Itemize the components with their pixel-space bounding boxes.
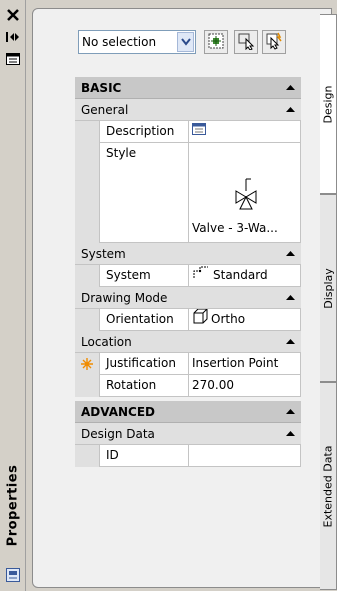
justification-value-text: Insertion Point xyxy=(192,356,279,370)
row-gutter xyxy=(75,309,99,331)
property-row-id[interactable]: ID xyxy=(75,445,301,467)
collapse-icon[interactable] xyxy=(279,99,301,120)
quick-select-icon xyxy=(207,32,225,53)
subcategory-design-data[interactable]: Design Data xyxy=(75,423,301,445)
collapse-icon[interactable] xyxy=(279,243,301,264)
pick-point-icon[interactable] xyxy=(75,353,99,375)
category-label: BASIC xyxy=(81,81,122,95)
subcategory-label: Drawing Mode xyxy=(81,291,168,305)
property-grid: BASIC General Description Style Valve - … xyxy=(75,77,301,467)
subcategory-general[interactable]: General xyxy=(75,99,301,121)
category-basic[interactable]: BASIC xyxy=(75,77,301,99)
collapse-icon[interactable] xyxy=(279,401,301,422)
tab-label: Extended Data xyxy=(321,444,335,528)
property-name: ID xyxy=(99,445,189,467)
property-row-style[interactable]: Style Valve - 3-Wa... xyxy=(75,143,301,243)
property-value-system[interactable]: Standard xyxy=(189,265,301,287)
collapse-icon[interactable] xyxy=(279,77,301,98)
property-name: Style xyxy=(99,143,189,243)
rotation-value-text: 270.00 xyxy=(192,378,234,392)
subcategory-system[interactable]: System xyxy=(75,243,301,265)
system-value-text: Standard xyxy=(213,268,268,282)
orientation-value-text: Ortho xyxy=(211,312,246,326)
property-name: Justification xyxy=(99,353,189,375)
category-label: ADVANCED xyxy=(81,405,156,419)
collapse-icon[interactable] xyxy=(279,287,301,308)
subcategory-drawing-mode[interactable]: Drawing Mode xyxy=(75,287,301,309)
property-row-rotation[interactable]: Rotation 270.00 xyxy=(75,375,301,397)
property-value-orientation[interactable]: Ortho xyxy=(189,309,301,331)
collapse-icon[interactable] xyxy=(279,423,301,444)
palette-title-bar: Properties xyxy=(0,0,26,591)
subcategory-label: Location xyxy=(81,335,132,349)
subcategory-label: Design Data xyxy=(81,427,155,441)
tab-label: Design xyxy=(321,85,335,123)
property-name: Description xyxy=(99,121,189,143)
property-row-orientation[interactable]: Orientation Ortho xyxy=(75,309,301,331)
close-icon[interactable] xyxy=(3,6,23,24)
properties-menu-icon[interactable] xyxy=(3,50,23,68)
autohide-icon[interactable] xyxy=(3,28,23,46)
tab-display[interactable]: Display xyxy=(320,194,337,382)
property-value-id[interactable] xyxy=(189,445,301,467)
select-objects-icon xyxy=(237,32,255,53)
property-value-rotation[interactable]: 270.00 xyxy=(189,375,301,397)
property-value-justification[interactable]: Insertion Point xyxy=(189,353,301,375)
subcategory-label: System xyxy=(81,247,126,261)
quick-select-button[interactable] xyxy=(204,30,228,54)
row-gutter xyxy=(75,265,99,287)
property-row-description[interactable]: Description xyxy=(75,121,301,143)
category-advanced[interactable]: ADVANCED xyxy=(75,401,301,423)
property-row-justification[interactable]: Justification Insertion Point xyxy=(75,353,301,375)
row-gutter xyxy=(75,143,99,243)
palette-settings-icon[interactable] xyxy=(3,566,23,584)
palette-title-text: Properties xyxy=(5,464,21,546)
select-objects-button[interactable] xyxy=(234,30,258,54)
subcategory-label: General xyxy=(81,103,129,117)
property-name: Orientation xyxy=(99,309,189,331)
row-gutter xyxy=(75,445,99,467)
selection-dropdown[interactable]: No selection xyxy=(78,30,196,54)
three-way-valve-icon xyxy=(192,177,300,211)
style-value-text: Valve - 3-Wa... xyxy=(192,221,278,235)
property-name: Rotation xyxy=(99,375,189,397)
chevron-down-icon[interactable] xyxy=(177,32,194,52)
selection-value: No selection xyxy=(82,35,157,49)
description-dialog-icon[interactable] xyxy=(192,121,206,142)
palette-title: Properties xyxy=(0,430,26,580)
subcategory-location[interactable]: Location xyxy=(75,331,301,353)
property-value-description[interactable] xyxy=(189,121,301,143)
row-gutter xyxy=(75,375,99,397)
system-icon xyxy=(192,265,210,286)
collapse-icon[interactable] xyxy=(279,331,301,352)
ortho-cube-icon xyxy=(192,309,208,330)
toggle-pickadd-button[interactable] xyxy=(262,30,286,54)
tab-design[interactable]: Design xyxy=(320,14,337,194)
palette-tabs: Design Display Extended Data xyxy=(320,14,337,590)
property-value-style[interactable]: Valve - 3-Wa... xyxy=(189,143,301,243)
row-gutter xyxy=(75,121,99,143)
tab-label: Display xyxy=(321,267,335,309)
tab-extended-data[interactable]: Extended Data xyxy=(320,382,337,590)
property-row-system[interactable]: System Standard xyxy=(75,265,301,287)
toggle-pickadd-icon xyxy=(265,32,283,53)
property-name: System xyxy=(99,265,189,287)
